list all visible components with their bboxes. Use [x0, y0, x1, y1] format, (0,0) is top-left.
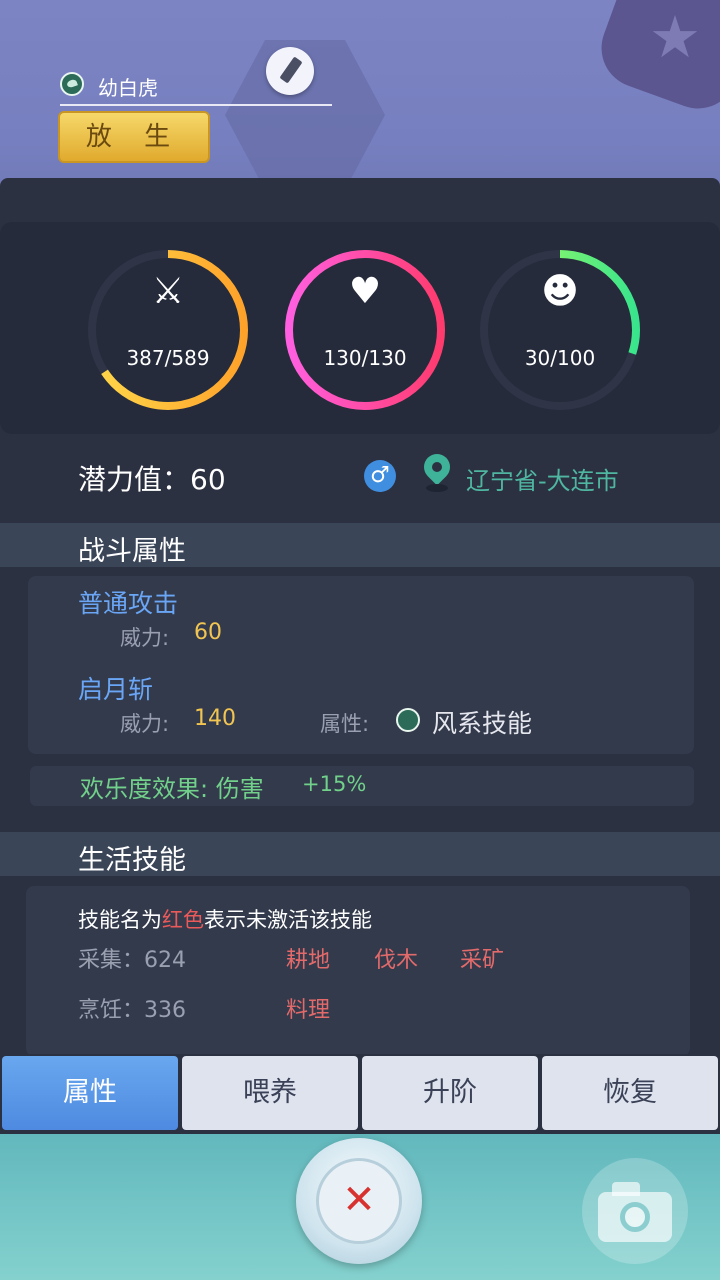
close-button[interactable]: ✕	[296, 1138, 422, 1264]
tab-recover[interactable]: 恢复	[542, 1056, 718, 1130]
combat-section-header: 战斗属性	[0, 523, 720, 567]
attack-value: 387/589	[126, 346, 210, 370]
stats-rings: ⚔ 387/589 ♥ 130/130 ☻ 30/100	[0, 222, 720, 434]
skill2-power-value: 140	[194, 706, 236, 731]
life-skill-mining[interactable]: 采矿	[460, 942, 504, 974]
tab-upgrade[interactable]: 升阶	[362, 1056, 538, 1130]
location-pin-icon	[418, 448, 456, 486]
life-row-cooking: 烹饪：336	[78, 998, 186, 1023]
edit-name-button[interactable]	[266, 47, 314, 95]
tab-feed[interactable]: 喂养	[182, 1056, 358, 1130]
note-prefix: 技能名为	[78, 908, 162, 932]
wind-element-icon	[60, 72, 84, 96]
note-red-word: 红色	[162, 908, 204, 932]
camera-lens	[620, 1202, 650, 1232]
happiness-effect-label: 欢乐度效果: 伤害	[80, 775, 264, 803]
skill1-power-value: 60	[194, 620, 222, 645]
heart-icon: ♥	[348, 271, 382, 312]
life-section-title: 生活技能	[78, 845, 186, 876]
combat-skills-card: 普通攻击 威力: 60 启月斩 威力: 140 属性: 风系技能	[28, 576, 694, 754]
pencil-icon	[279, 56, 303, 84]
crossed-swords-icon: ⚔	[151, 271, 185, 312]
pet-detail-panel: ⚔ 387/589 ♥ 130/130 ☻ 30/100 潜力值：60 ♂ 辽宁…	[0, 178, 720, 1054]
life-skill-logging[interactable]: 伐木	[374, 942, 418, 974]
male-gender-icon: ♂	[364, 460, 396, 492]
close-button-inner: ✕	[316, 1158, 402, 1244]
skill2-attr-label: 属性:	[320, 712, 370, 736]
smiley-icon: ☻	[541, 271, 579, 312]
combat-section-title: 战斗属性	[78, 536, 186, 567]
close-icon: ✕	[342, 1177, 376, 1223]
attack-ring: ⚔ 387/589	[84, 246, 252, 414]
star-icon[interactable]: ★	[644, 6, 706, 68]
health-value: 130/130	[323, 346, 407, 370]
skill2-attr-value: 风系技能	[432, 709, 533, 738]
skill-name-moon-slash: 启月斩	[78, 675, 154, 704]
life-skill-cuisine[interactable]: 料理	[286, 992, 330, 1024]
health-ring: ♥ 130/130	[281, 246, 449, 414]
location-text: 辽宁省-大连市	[466, 467, 619, 495]
happiness-effect-value: +15%	[302, 772, 367, 796]
life-skills-card: 技能名为红色表示未激活该技能 采集：624 耕地 伐木 采矿 烹饪：336 料理	[26, 886, 690, 1054]
camera-button[interactable]	[582, 1158, 688, 1264]
pet-name: 幼白虎	[98, 76, 158, 100]
tab-attributes[interactable]: 属性	[2, 1056, 178, 1130]
skill2-power-label: 威力:	[120, 712, 170, 736]
happiness-effect-card: 欢乐度效果: 伤害 +15%	[30, 766, 694, 806]
bottom-tab-bar: 属性 喂养 升阶 恢复	[0, 1054, 720, 1134]
note-suffix: 表示未激活该技能	[204, 908, 372, 932]
happiness-value: 30/100	[524, 346, 596, 370]
life-skill-farming[interactable]: 耕地	[286, 942, 330, 974]
potential-value: 潜力值：60	[78, 463, 226, 496]
life-skills-note: 技能名为红色表示未激活该技能	[78, 904, 372, 934]
wind-element-icon	[396, 708, 420, 732]
skill-name-basic-attack: 普通攻击	[78, 589, 179, 618]
release-button[interactable]: 放 生	[58, 111, 210, 163]
life-row-gathering: 采集：624	[78, 948, 186, 973]
happiness-ring: ☻ 30/100	[476, 246, 644, 414]
skill1-power-label: 威力:	[120, 626, 170, 650]
location-pin-shadow	[426, 484, 448, 492]
life-section-header: 生活技能	[0, 832, 720, 876]
